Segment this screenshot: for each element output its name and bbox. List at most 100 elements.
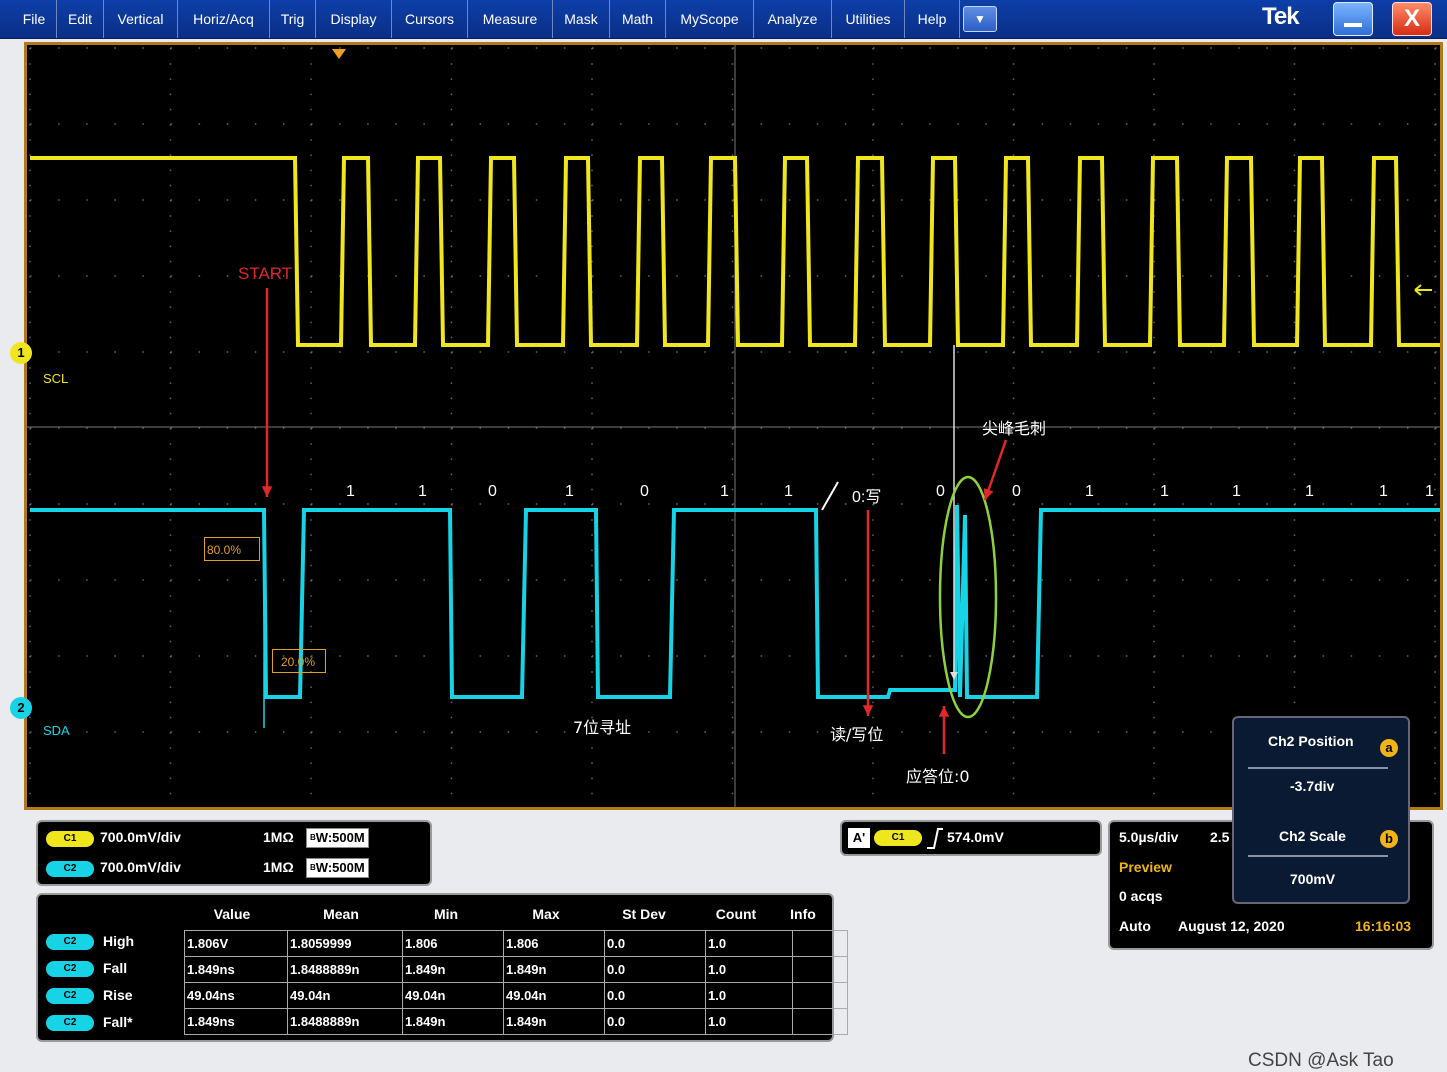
ch1-name: SCL: [43, 371, 69, 386]
acquisition-count: 0 acqs: [1119, 888, 1163, 904]
sample-rate: 2.5: [1210, 829, 1230, 845]
measurement-cell: 1.849n: [503, 1008, 605, 1035]
time: 16:16:03: [1355, 918, 1412, 934]
measurement-row[interactable]: 1.849ns 1.8488889n 1.849n 1.849n 0.0 1.0: [184, 1008, 848, 1035]
ch2-scale-label: Ch2 Scale: [1279, 828, 1346, 844]
measurement-name: Fall*: [103, 1014, 133, 1030]
menu-myscope[interactable]: MyScope: [666, 0, 754, 38]
measurement-column-header: Min: [433, 906, 459, 922]
ch2-scale-value[interactable]: 700mV: [1290, 871, 1335, 887]
measurement-cell: 1.0: [705, 1008, 793, 1035]
knob-a-badge: a: [1380, 739, 1398, 757]
measurements-table: 1.806V 1.8059999 1.806 1.806 0.0 1.0 1.849ns 1.…: [184, 930, 848, 1035]
channel-settings-panel: [36, 820, 432, 886]
ch2-tag[interactable]: C2: [46, 861, 94, 877]
trigger-level[interactable]: 574.0mV: [947, 829, 1004, 845]
ch2-bandwidth: BW:500M: [306, 858, 369, 878]
ch2-position-value[interactable]: -3.7div: [1290, 778, 1334, 794]
date: August 12, 2020: [1178, 918, 1285, 934]
menu-help[interactable]: Help: [905, 0, 960, 38]
menu-file[interactable]: File: [12, 0, 57, 38]
popup-divider: [1248, 767, 1388, 769]
start-label: START: [238, 264, 293, 283]
menu-utilities[interactable]: Utilities: [832, 0, 905, 38]
ch2-scale[interactable]: 700.0mV/div: [100, 859, 181, 875]
trigger-high-level-tag: 80.0%: [204, 537, 260, 561]
decoded-bit-label: 1: [1160, 483, 1169, 500]
measurement-cell: [792, 1008, 848, 1035]
chevron-down-icon: ▼: [974, 12, 986, 26]
menu-horiz-acq[interactable]: Horiz/Acq: [178, 0, 270, 38]
measurement-cell: 1.806V: [184, 930, 288, 957]
trigger-mode: A': [848, 828, 870, 848]
measurement-cell: 0.0: [604, 1008, 706, 1035]
decoded-bit-label: 0: [640, 483, 649, 500]
rw-arrow-head: [862, 705, 874, 716]
ch2-name: SDA: [43, 723, 70, 738]
ack-arrow-head: [938, 706, 950, 717]
acquisition-state: Preview: [1119, 859, 1172, 875]
waveform-canvas: [27, 45, 1440, 807]
menu-vertical[interactable]: Vertical: [104, 0, 178, 38]
popup-divider: [1248, 855, 1388, 857]
timebase[interactable]: 5.0µs/div: [1119, 829, 1178, 845]
menu-math[interactable]: Math: [610, 0, 666, 38]
measurement-cell: 1.849n: [402, 956, 504, 983]
separator-slash: [821, 481, 839, 511]
measurement-cell: 1.806: [402, 930, 504, 957]
address-annotation: 7位寻址: [573, 718, 632, 737]
measurement-row[interactable]: 49.04ns 49.04n 49.04n 49.04n 0.0 1.0: [184, 982, 848, 1009]
decoded-bit-label: 0: [936, 483, 945, 500]
measurement-cell: 0.0: [604, 930, 706, 957]
measurement-cell: 0.0: [604, 982, 706, 1009]
menu-dropdown-button[interactable]: ▼: [963, 6, 997, 32]
decoded-bit-label: 1: [720, 483, 729, 500]
measurement-cell: 1.8488889n: [287, 956, 403, 983]
measurement-cell: 1.0: [705, 930, 793, 957]
waveform-display[interactable]: [24, 42, 1443, 810]
measurement-cell: 1.849n: [503, 956, 605, 983]
decoded-bit-label: 1: [1232, 483, 1241, 500]
measurement-name: Fall: [103, 960, 128, 976]
trigger-low-level-tag: 20.0%: [272, 649, 326, 673]
close-button[interactable]: X: [1392, 2, 1432, 36]
measurement-cell: 0.0: [604, 956, 706, 983]
measurement-cell: 49.04ns: [184, 982, 288, 1009]
measurement-cell: 1.0: [705, 982, 793, 1009]
glitch-annotation: 尖峰毛刺: [982, 419, 1047, 438]
menu-edit[interactable]: Edit: [57, 0, 104, 38]
decoded-bit-label: 0: [1012, 483, 1021, 500]
decoded-bit-label: 1: [565, 483, 574, 500]
ack-bit-annotation: 应答位:0: [906, 767, 970, 786]
menu-measure[interactable]: Measure: [468, 0, 553, 38]
measurement-column-header: Mean: [323, 906, 359, 922]
measurement-cell: 49.04n: [402, 982, 504, 1009]
menu-display[interactable]: Display: [316, 0, 392, 38]
measurement-row[interactable]: 1.849ns 1.8488889n 1.849n 1.849n 0.0 1.0: [184, 956, 848, 983]
measurement-column-header: St Dev: [622, 906, 666, 922]
measurement-cell: 1.849n: [402, 1008, 504, 1035]
measurement-column-header: Count: [715, 906, 757, 922]
measurement-cell: 49.04n: [503, 982, 605, 1009]
menu-analyze[interactable]: Analyze: [754, 0, 832, 38]
decoded-bit-label: 1: [1379, 483, 1388, 500]
decoded-bit-label: 1: [784, 483, 793, 500]
ch1-ground-marker[interactable]: 1: [10, 342, 32, 364]
start-arrow-head: [261, 486, 273, 497]
menu-trig[interactable]: Trig: [270, 0, 316, 38]
ch1-scale[interactable]: 700.0mV/div: [100, 829, 181, 845]
measurement-cell: [792, 982, 848, 1009]
menu-mask[interactable]: Mask: [553, 0, 610, 38]
ch2-impedance: 1MΩ: [263, 859, 294, 875]
ch2-ground-marker[interactable]: 2: [10, 697, 32, 719]
ch1-tag[interactable]: C1: [46, 831, 94, 847]
rising-edge-icon: [927, 828, 943, 849]
run-mode: Auto: [1119, 918, 1151, 934]
rw-bit-annotation: 读/写位: [830, 725, 884, 744]
minimize-button[interactable]: [1333, 2, 1373, 36]
measurement-row[interactable]: 1.806V 1.8059999 1.806 1.806 0.0 1.0: [184, 930, 848, 957]
measurement-cell: 1.0: [705, 956, 793, 983]
measurement-column-header: Max: [532, 906, 560, 922]
menu-cursors[interactable]: Cursors: [392, 0, 468, 38]
measurement-cell: 1.806: [503, 930, 605, 957]
